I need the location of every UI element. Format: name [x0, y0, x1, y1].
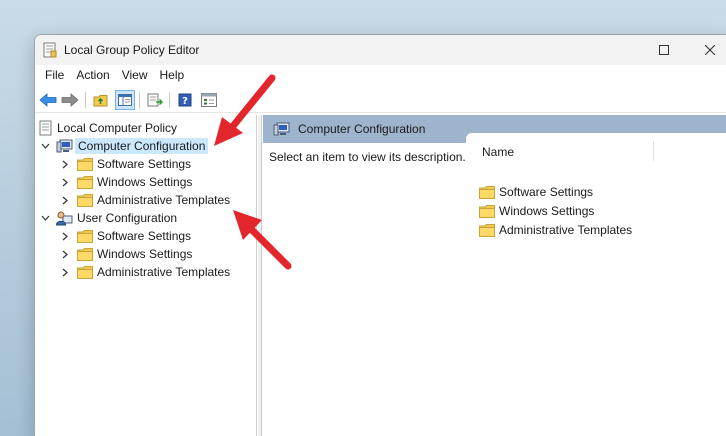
forward-arrow-icon: [61, 93, 79, 107]
tree-item-label: Administrative Templates: [97, 193, 231, 207]
tree-item-local-computer-policy[interactable]: Local Computer Policy: [39, 119, 177, 137]
back-arrow-icon: [39, 93, 57, 107]
tree-item-label: Computer Configuration: [75, 138, 209, 154]
close-button[interactable]: [687, 35, 726, 65]
back-button[interactable]: [38, 90, 58, 110]
show-hide-console-tree-button[interactable]: [115, 90, 135, 110]
list-item-label: Windows Settings: [499, 204, 595, 218]
menu-bar: File Action View Help: [35, 65, 726, 87]
title-bar[interactable]: Local Group Policy Editor: [35, 35, 726, 65]
folder-icon: [77, 265, 93, 279]
tree-item-computer-configuration[interactable]: Computer Configuration: [39, 137, 209, 155]
menu-action[interactable]: Action: [70, 65, 115, 87]
tree-item-label: Local Computer Policy: [57, 121, 178, 135]
properties-icon: [201, 93, 217, 107]
folder-icon: [479, 185, 495, 199]
window-title: Local Group Policy Editor: [64, 43, 200, 57]
chevron-right-icon[interactable]: [59, 266, 71, 278]
folder-icon: [77, 157, 93, 171]
maximize-icon: [659, 45, 669, 55]
tree-item-label: Software Settings: [97, 157, 192, 171]
tree-item-label: Windows Settings: [97, 247, 193, 261]
policy-document-icon: [43, 42, 57, 58]
export-list-button[interactable]: [145, 90, 165, 110]
up-one-level-button[interactable]: [91, 90, 111, 110]
description-text: Select an item to view its description.: [269, 150, 466, 164]
chevron-right-icon[interactable]: [59, 176, 71, 188]
tree-item-label: Software Settings: [97, 229, 192, 243]
list-item-label: Software Settings: [499, 185, 594, 199]
column-divider[interactable]: [653, 141, 654, 161]
maximize-button[interactable]: [641, 35, 687, 65]
properties-button[interactable]: [199, 90, 219, 110]
computer-icon: [273, 122, 290, 136]
tree-item-computer-software-settings[interactable]: Software Settings: [59, 155, 191, 173]
up-folder-icon: [93, 95, 108, 107]
tree-item-label: User Configuration: [77, 211, 178, 225]
list-item-label: Administrative Templates: [499, 223, 633, 237]
tree-item-user-administrative-templates[interactable]: Administrative Templates: [59, 263, 230, 281]
chevron-down-icon[interactable]: [39, 212, 51, 224]
folder-icon: [77, 193, 93, 207]
help-icon: ?: [178, 93, 192, 107]
folder-icon: [77, 247, 93, 261]
item-list: Name Software Settings Windows Settings …: [466, 133, 726, 436]
svg-text:?: ?: [182, 96, 188, 107]
tree-item-label: Windows Settings: [97, 175, 193, 189]
list-item-software-settings[interactable]: Software Settings: [479, 183, 593, 201]
folder-icon: [479, 204, 495, 218]
tree-item-label: Administrative Templates: [97, 265, 231, 279]
close-icon: [705, 45, 715, 55]
export-list-icon: [147, 93, 163, 107]
folder-icon: [77, 175, 93, 189]
group-policy-editor-window: Local Group Policy Editor File Action Vi…: [34, 34, 726, 436]
menu-help[interactable]: Help: [154, 65, 191, 87]
tree-item-user-software-settings[interactable]: Software Settings: [59, 227, 191, 245]
console-tree: Local Computer Policy Computer Configura…: [35, 115, 257, 436]
computer-icon: [56, 139, 73, 153]
forward-button[interactable]: [60, 90, 80, 110]
chevron-down-icon[interactable]: [39, 140, 51, 152]
column-header-name[interactable]: Name: [482, 145, 514, 159]
list-item-administrative-templates[interactable]: Administrative Templates: [479, 221, 632, 239]
list-item-windows-settings[interactable]: Windows Settings: [479, 202, 594, 220]
tree-item-user-windows-settings[interactable]: Windows Settings: [59, 245, 192, 263]
details-header-title: Computer Configuration: [298, 122, 426, 136]
policy-document-icon: [39, 120, 52, 136]
help-button[interactable]: ?: [175, 90, 195, 110]
chevron-right-icon[interactable]: [59, 194, 71, 206]
folder-icon: [479, 223, 495, 237]
tree-item-user-configuration[interactable]: User Configuration: [39, 209, 177, 227]
menu-file[interactable]: File: [39, 65, 70, 87]
chevron-right-icon[interactable]: [59, 158, 71, 170]
menu-view[interactable]: View: [116, 65, 154, 87]
user-icon: [56, 211, 73, 225]
chevron-right-icon[interactable]: [59, 230, 71, 242]
chevron-right-icon[interactable]: [59, 248, 71, 260]
details-pane: Computer Configuration Select an item to…: [263, 115, 726, 436]
show-hide-console-tree-icon: [118, 94, 132, 106]
toolbar: ?: [35, 87, 726, 113]
tree-item-computer-administrative-templates[interactable]: Administrative Templates: [59, 191, 230, 209]
tree-item-computer-windows-settings[interactable]: Windows Settings: [59, 173, 192, 191]
pane-splitter[interactable]: [258, 115, 262, 436]
folder-icon: [77, 229, 93, 243]
